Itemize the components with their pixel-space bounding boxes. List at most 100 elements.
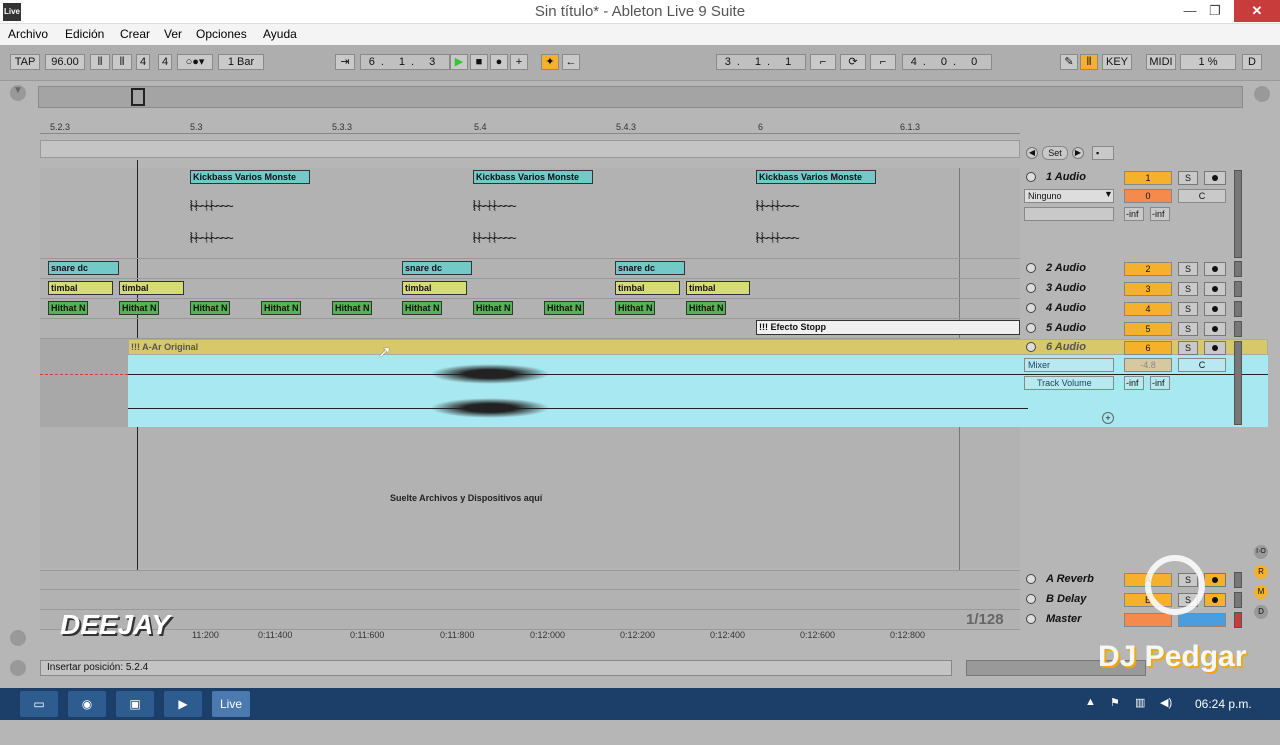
lane-4[interactable] (40, 299, 1020, 319)
menu-opciones[interactable]: Opciones (196, 27, 247, 41)
track-1-activator[interactable]: 1 (1124, 171, 1172, 185)
track-1-name[interactable]: 1 Audio (1046, 171, 1086, 183)
lane-3[interactable] (40, 279, 1020, 299)
flag-icon[interactable]: ⚑ (1110, 696, 1120, 709)
signature-numerator[interactable]: 4 (136, 54, 150, 70)
track-3-fold-icon[interactable] (1026, 283, 1036, 293)
clip-kick-2[interactable]: Kickbass Varios Monste (473, 170, 593, 184)
quantization-menu[interactable]: 1 Bar (218, 54, 264, 70)
signature-denominator[interactable]: 4 (158, 54, 172, 70)
save-icon[interactable]: ▣ (116, 691, 154, 717)
chrome-icon[interactable]: ◉ (68, 691, 106, 717)
midi-map-button[interactable]: MIDI (1146, 54, 1176, 70)
clip-hithat-10[interactable]: Hithat N (686, 301, 726, 315)
track-4-activator[interactable]: 4 (1124, 302, 1172, 316)
play-icon[interactable]: ▶ (450, 54, 468, 70)
browser-toggle-icon[interactable]: ▼ (10, 85, 26, 101)
tray-arrow-icon[interactable]: ▲ (1085, 696, 1096, 708)
media-player-icon[interactable]: ▶ (164, 691, 202, 717)
menu-ver[interactable]: Ver (164, 27, 182, 41)
mixer-toggle-icon[interactable]: M (1254, 585, 1268, 599)
arrangement-overview[interactable] (38, 86, 1243, 108)
live-icon[interactable]: Live (212, 691, 250, 717)
clip-snare-3[interactable]: snare dc (615, 261, 685, 275)
locator-prev-icon[interactable]: ◀ (1026, 147, 1038, 159)
clip-hithat-4[interactable]: Hithat N (261, 301, 301, 315)
clip-snare-1[interactable]: snare dc (48, 261, 119, 275)
info-view-toggle-icon[interactable] (10, 660, 26, 676)
master-fold-icon[interactable] (1026, 614, 1036, 624)
keyboard-icon[interactable]: ⦀ (1080, 54, 1098, 70)
close-button[interactable]: ✕ (1234, 0, 1280, 22)
volume-icon[interactable]: ◀) (1160, 696, 1172, 709)
track-6-name[interactable]: 6 Audio (1046, 341, 1086, 353)
loop-length-field[interactable]: 4. 0. 0 (902, 54, 992, 70)
set-locator-button[interactable]: Set (1042, 146, 1068, 160)
maximize-button[interactable]: ❐ (1200, 0, 1230, 22)
record-icon[interactable]: ● (490, 54, 508, 70)
song-position-field[interactable]: 6. 1. 3 (360, 54, 450, 70)
return-a-post-icon[interactable] (1204, 573, 1226, 587)
track-2-solo[interactable]: S (1178, 262, 1198, 276)
clip-timbal-4[interactable]: timbal (615, 281, 680, 295)
returns-toggle-icon[interactable]: R (1254, 565, 1268, 579)
clip-timbal-3[interactable]: timbal (402, 281, 467, 295)
stop-icon[interactable]: ■ (470, 54, 488, 70)
loop-switch-icon[interactable]: ⟳ (840, 54, 866, 70)
back-to-arrangement-icon[interactable]: ← (562, 54, 580, 70)
track-5-solo[interactable]: S (1178, 322, 1198, 336)
loop-start-field[interactable]: 3. 1. 1 (716, 54, 806, 70)
punch-in-icon[interactable]: ⌐ (810, 54, 836, 70)
delay-toggle-icon[interactable]: D (1254, 605, 1268, 619)
track-6-solo[interactable]: S (1178, 341, 1198, 355)
nudge-icon[interactable]: ⦀ (112, 54, 132, 70)
clip-kick-3[interactable]: Kickbass Varios Monste (756, 170, 876, 184)
track-6-volume[interactable]: -4.8 (1124, 358, 1172, 372)
clip-hithat-5[interactable]: Hithat N (332, 301, 372, 315)
return-b-name[interactable]: B Delay (1046, 593, 1086, 605)
menu-crear[interactable]: Crear (120, 27, 150, 41)
automation-arm-icon[interactable]: ✦ (541, 54, 559, 70)
track-6-arm-icon[interactable] (1204, 341, 1226, 355)
metronome-icon[interactable]: ⦀ (90, 54, 110, 70)
clip-hithat-7[interactable]: Hithat N (473, 301, 513, 315)
clip-hithat-2[interactable]: Hithat N (119, 301, 159, 315)
track-6-device-select[interactable]: Mixer (1024, 358, 1114, 372)
track-5-activator[interactable]: 5 (1124, 322, 1172, 336)
return-a-fold-icon[interactable] (1026, 574, 1036, 584)
return-b-post-icon[interactable] (1204, 593, 1226, 607)
track-4-fold-icon[interactable] (1026, 303, 1036, 313)
overdub-icon[interactable]: + (510, 54, 528, 70)
track-6-pan[interactable]: C (1178, 358, 1226, 372)
locator-next-icon[interactable]: ▶ (1072, 147, 1084, 159)
track-2-fold-icon[interactable] (1026, 263, 1036, 273)
track-4-arm-icon[interactable] (1204, 302, 1226, 316)
track-1-input-channel[interactable] (1024, 207, 1114, 221)
track-6-activator[interactable]: 6 (1124, 341, 1172, 355)
track-1-fold-icon[interactable] (1026, 172, 1036, 182)
lane-2[interactable] (40, 259, 1020, 279)
track-3-solo[interactable]: S (1178, 282, 1198, 296)
master-activator[interactable] (1124, 613, 1172, 627)
master-cue-volume[interactable] (1178, 613, 1226, 627)
master-name[interactable]: Master (1046, 613, 1081, 625)
key-map-button[interactable]: KEY (1102, 54, 1132, 70)
clip-acapella-header[interactable]: !!! A-Ar Original (128, 339, 1268, 355)
clip-timbal-1[interactable]: timbal (48, 281, 113, 295)
clip-kick-1[interactable]: Kickbass Varios Monste (190, 170, 310, 184)
track-3-activator[interactable]: 3 (1124, 282, 1172, 296)
clock[interactable]: 06:24 p.m. (1195, 697, 1252, 711)
clip-hithat-6[interactable]: Hithat N (402, 301, 442, 315)
track-3-arm-icon[interactable] (1204, 282, 1226, 296)
folder-icon[interactable]: ▭ (20, 691, 58, 717)
tap-button[interactable]: TAP (10, 54, 40, 70)
punch-out-icon[interactable]: ⌐ (870, 54, 896, 70)
track-1-volume[interactable]: 0 (1124, 189, 1172, 203)
locator-bar[interactable] (40, 140, 1020, 158)
track-2-name[interactable]: 2 Audio (1046, 262, 1086, 274)
track-5-fold-icon[interactable] (1026, 323, 1036, 333)
follow-icon[interactable]: ⇥ (335, 54, 355, 70)
track-4-name[interactable]: 4 Audio (1046, 302, 1086, 314)
overview-menu-icon[interactable] (1254, 86, 1270, 102)
menu-archivo[interactable]: Archivo (8, 27, 48, 41)
